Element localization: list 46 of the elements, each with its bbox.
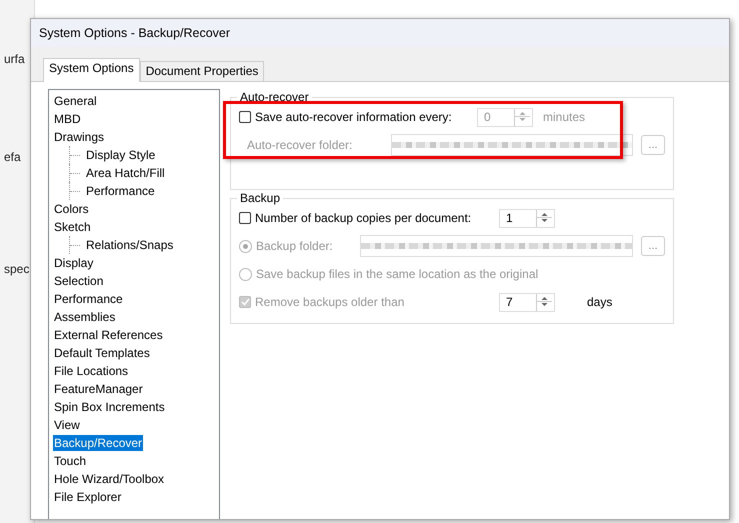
tree-item[interactable]: Display bbox=[53, 255, 94, 271]
tree-item[interactable]: Area Hatch/Fill bbox=[85, 165, 166, 181]
tree-item[interactable]: General bbox=[53, 93, 98, 109]
tree-item[interactable]: FeatureManager bbox=[53, 381, 144, 397]
tree-item[interactable]: Colors bbox=[53, 201, 90, 217]
radio-dot-icon bbox=[243, 244, 248, 248]
unit-label: days bbox=[587, 295, 614, 309]
tree-item[interactable]: Display Style bbox=[85, 147, 156, 163]
tree-item[interactable]: External References bbox=[53, 327, 164, 343]
tree-item[interactable]: Spin Box Increments bbox=[53, 399, 166, 415]
radio-label: Backup folder: bbox=[256, 239, 334, 253]
tree-item[interactable]: MBD bbox=[53, 111, 82, 127]
background-text: efa bbox=[4, 150, 21, 164]
tab[interactable]: System Options bbox=[43, 58, 140, 82]
blurred-path-field[interactable] bbox=[360, 235, 633, 257]
tree-item[interactable]: File Explorer bbox=[53, 489, 122, 505]
tree-item[interactable]: Performance bbox=[85, 183, 156, 199]
checkmark-icon bbox=[240, 298, 250, 306]
tree-item[interactable]: Drawings bbox=[53, 129, 106, 145]
tree-item[interactable]: Hole Wizard/Toolbox bbox=[53, 471, 166, 487]
checkbox[interactable] bbox=[239, 111, 251, 123]
field-label: Auto-recover folder: bbox=[246, 138, 354, 152]
number-field[interactable]: 1 bbox=[500, 210, 536, 226]
tree-item[interactable]: Sketch bbox=[53, 219, 92, 235]
background-text: spec bbox=[4, 262, 30, 276]
blurred-path-field[interactable] bbox=[391, 134, 633, 156]
tree-item[interactable]: View bbox=[53, 417, 81, 433]
tab[interactable]: Document Properties bbox=[140, 61, 264, 81]
radio-label: Save backup files in the same location as the original bbox=[256, 267, 538, 281]
tree-item[interactable]: File Locations bbox=[53, 363, 130, 379]
checkbox-label: Remove backups older than bbox=[255, 295, 406, 309]
spin-box[interactable]: 1 bbox=[499, 208, 555, 228]
checkbox-label: Save auto-recover information every: bbox=[255, 110, 453, 124]
checkbox-label: Number of backup copies per document: bbox=[255, 211, 472, 225]
tree-item[interactable]: Performance bbox=[53, 291, 124, 307]
background-text: urfa bbox=[4, 52, 25, 66]
tree-item[interactable]: Touch bbox=[53, 453, 88, 469]
unit-label: minutes bbox=[543, 110, 586, 124]
window-title: System Options - Backup/Recover bbox=[31, 19, 729, 47]
group-title: Backup bbox=[237, 191, 284, 205]
tree-item[interactable]: Relations/Snaps bbox=[85, 237, 174, 253]
tree-item[interactable]: Selection bbox=[53, 273, 104, 289]
tree-item[interactable]: Assemblies bbox=[53, 309, 116, 325]
checkbox[interactable] bbox=[239, 212, 251, 224]
tree-item[interactable]: Backup/Recover bbox=[53, 435, 144, 451]
tree-item[interactable]: Default Templates bbox=[53, 345, 151, 361]
